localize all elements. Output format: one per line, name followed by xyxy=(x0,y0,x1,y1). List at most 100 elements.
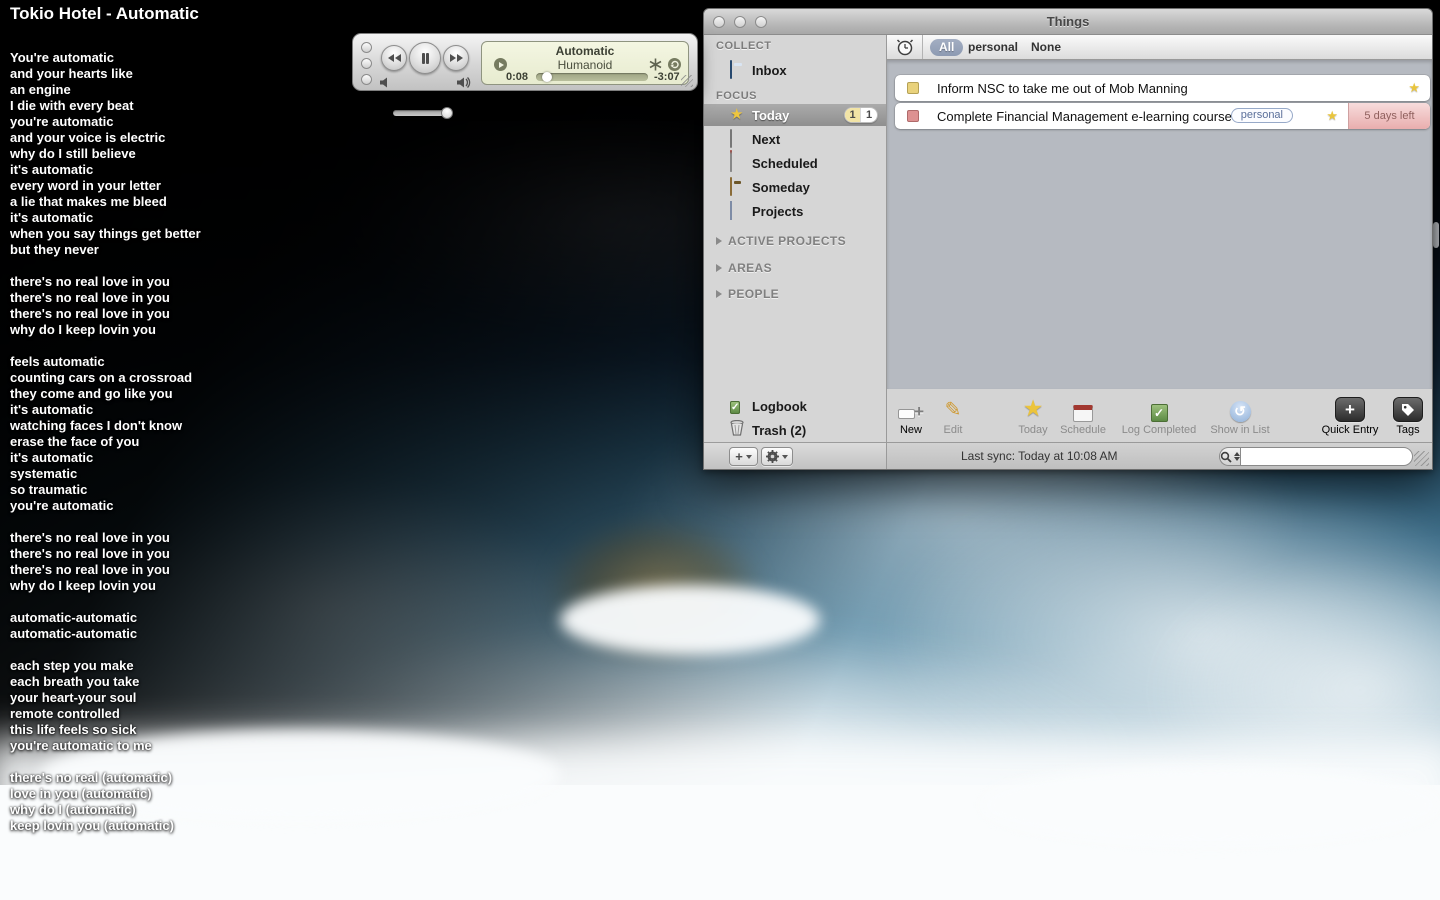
filter-all[interactable]: All xyxy=(930,39,963,56)
toolbar-label: Log Completed xyxy=(1113,424,1205,436)
things-window: Things COLLECT Inbox FOCUS ★ Today 1 1 xyxy=(703,8,1433,470)
lyric-line: your heart-your soul xyxy=(10,690,201,706)
task-checkbox[interactable] xyxy=(907,82,919,94)
eject-icon[interactable] xyxy=(668,58,681,71)
lyric-line: when you say things get better xyxy=(10,226,201,242)
disclosure-triangle-icon xyxy=(716,264,722,272)
focus-header: FOCUS xyxy=(716,90,757,102)
filter-none[interactable]: None xyxy=(1031,40,1061,54)
volume-slider[interactable] xyxy=(393,110,451,116)
title-bar[interactable]: Things xyxy=(704,9,1432,35)
tag-pill[interactable]: personal xyxy=(1231,108,1293,123)
lyric-block: there's no real (automatic)love in you (… xyxy=(10,770,201,834)
window-button[interactable] xyxy=(361,42,372,53)
volume-slider-thumb[interactable] xyxy=(441,107,453,119)
resize-grip[interactable] xyxy=(1414,451,1429,466)
lyric-line: remote controlled xyxy=(10,706,201,722)
sidebar-item-logbook[interactable]: ✓ Logbook xyxy=(704,395,886,417)
lyric-line: it's automatic xyxy=(10,450,201,466)
sidebar-footer: + xyxy=(704,442,886,469)
toolbar-today-button[interactable]: ★ Today xyxy=(1007,394,1059,436)
window-button[interactable] xyxy=(361,74,372,85)
status-bar: Last sync: Today at 10:08 AM xyxy=(887,442,1432,469)
ice-decor xyxy=(980,765,1440,845)
play-indicator-icon[interactable] xyxy=(494,58,507,71)
alarm-filter-button[interactable] xyxy=(887,35,923,59)
search-input[interactable] xyxy=(1240,447,1413,466)
next-button[interactable] xyxy=(443,45,469,71)
task-row[interactable]: Inform NSC to take me out of Mob Manning… xyxy=(895,75,1430,101)
lyric-line: this life feels so sick xyxy=(10,722,201,738)
someday-box-icon xyxy=(730,177,732,196)
lyric-line: keep lovin you (automatic) xyxy=(10,818,201,834)
toolbar-tags-button[interactable]: Tags xyxy=(1387,394,1429,436)
toolbar-log-completed-button[interactable]: ✓ Log Completed xyxy=(1113,394,1205,436)
lyric-line: there's no real love in you xyxy=(10,274,201,290)
lyric-line: and your voice is electric xyxy=(10,130,201,146)
toolbar-show-in-list-button[interactable]: ↺ Show in List xyxy=(1204,394,1276,436)
sidebar-item-next[interactable]: Next xyxy=(704,128,886,150)
sidebar-item-label: Today xyxy=(752,108,789,123)
lyric-block: there's no real love in youthere's no re… xyxy=(10,274,201,338)
star-icon[interactable]: ★ xyxy=(1326,108,1338,124)
task-checkbox[interactable] xyxy=(907,110,919,122)
lyric-line: You're automatic xyxy=(10,50,201,66)
trash-icon xyxy=(730,420,744,436)
toolbar-schedule-button[interactable]: Schedule xyxy=(1055,394,1111,436)
add-button[interactable]: + xyxy=(729,447,758,466)
gear-icon xyxy=(766,450,779,463)
lyric-line: erase the face of you xyxy=(10,434,201,450)
progress-slider[interactable] xyxy=(536,73,648,81)
lyrics-blocks: You're automaticand your hearts likean e… xyxy=(10,50,201,834)
group-active-projects[interactable]: ACTIVE PROJECTS xyxy=(704,233,886,249)
chevron-down-icon xyxy=(746,455,752,459)
sidebar-item-inbox[interactable]: Inbox xyxy=(704,59,886,81)
tag-filter-bar: All personal None xyxy=(887,35,1432,60)
projects-icon xyxy=(730,201,732,220)
sidebar-item-someday[interactable]: Someday xyxy=(704,176,886,198)
group-areas[interactable]: AREAS xyxy=(704,260,886,276)
sidebar-item-today[interactable]: ★ Today 1 1 xyxy=(704,104,886,126)
logbook-icon: ✓ xyxy=(730,401,740,414)
task-row[interactable]: Complete Financial Management e-learning… xyxy=(895,103,1430,129)
play-triangle xyxy=(499,62,504,68)
new-task-icon: + xyxy=(898,406,924,422)
search-field[interactable] xyxy=(1219,447,1409,466)
resize-grip[interactable] xyxy=(681,75,693,87)
toolbar-label: Today xyxy=(1007,424,1059,436)
sidebar-item-projects[interactable]: Projects xyxy=(704,200,886,222)
lyric-line: automatic-automatic xyxy=(10,610,201,626)
sidebar-item-trash[interactable]: Trash (2) xyxy=(704,419,886,441)
toolbar-edit-button[interactable]: ✎ Edit xyxy=(933,394,973,436)
sidebar-item-scheduled[interactable]: Scheduled xyxy=(704,152,886,174)
scrollbar-thumb[interactable] xyxy=(1433,222,1439,248)
pause-button[interactable] xyxy=(409,42,441,74)
tag-icon xyxy=(1393,397,1423,422)
previous-button[interactable] xyxy=(381,45,407,71)
window-title: Things xyxy=(704,14,1432,29)
rewind-icon xyxy=(388,54,394,62)
toolbar-quick-entry-button[interactable]: + Quick Entry xyxy=(1312,394,1388,436)
lyric-line: each breath you take xyxy=(10,674,201,690)
desktop: Tokio Hotel - Automatic You're automatic… xyxy=(0,0,1440,900)
star-icon[interactable]: ★ xyxy=(1408,80,1420,96)
filter-personal[interactable]: personal xyxy=(968,40,1018,54)
track-title: Automatic xyxy=(482,44,688,58)
search-scope-button[interactable] xyxy=(1219,447,1240,466)
sidebar-item-label: Next xyxy=(752,132,780,147)
window-button[interactable] xyxy=(361,58,372,69)
toolbar-new-button[interactable]: + New xyxy=(887,394,935,436)
lyric-block: feels automaticcounting cars on a crossr… xyxy=(10,354,201,514)
progress-thumb[interactable] xyxy=(542,72,552,82)
remaining-time: -3:07 xyxy=(654,71,680,83)
volume-high-icon xyxy=(457,77,472,88)
main-pane: All personal None Inform NSC to take me … xyxy=(887,35,1432,469)
last-sync-text: Last sync: Today at 10:08 AM xyxy=(961,449,1118,463)
task-title: Inform NSC to take me out of Mob Manning xyxy=(937,81,1188,96)
genius-icon[interactable] xyxy=(649,58,662,71)
action-gear-button[interactable] xyxy=(761,447,793,466)
sidebar-item-label: Inbox xyxy=(752,63,787,78)
lyric-line: there's no real (automatic) xyxy=(10,770,201,786)
toolbar-label: Show in List xyxy=(1204,424,1276,436)
group-people[interactable]: PEOPLE xyxy=(704,286,886,302)
